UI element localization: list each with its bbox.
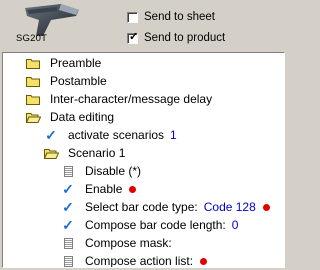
- send-to-sheet-label: Send to sheet: [144, 11, 215, 23]
- send-to-product-option[interactable]: ✓ Send to product: [127, 30, 225, 46]
- header-panel: SG20T Send to sheet ✓ Send to product: [0, 0, 288, 53]
- tree-item-label: Enable: [85, 182, 123, 196]
- tree-item-label: Compose action list:: [85, 254, 194, 268]
- tree-item-label: Compose mask:: [85, 236, 172, 250]
- send-to-product-label: Send to product: [144, 32, 226, 44]
- tree-item-select-bar-code-type[interactable]: ✓ Select bar code type: Code 128: [60, 198, 270, 216]
- tree-item-label: Compose bar code length:: [85, 218, 226, 232]
- configuration-tree[interactable]: Preamble Postamble Inter-character/messa…: [2, 52, 285, 268]
- tree-item-inter-character-delay[interactable]: Inter-character/message delay: [25, 90, 212, 108]
- checkmark-icon: ✓: [129, 30, 139, 43]
- send-to-product-checkbox[interactable]: ✓: [127, 30, 139, 44]
- tree-item-value: Code 128: [203, 200, 256, 214]
- check-icon: ✓: [62, 199, 74, 215]
- tree-item-postamble[interactable]: Postamble: [25, 72, 107, 90]
- tree-item-label: Disable (*): [85, 164, 142, 178]
- tree-item-scenario-1[interactable]: Scenario 1: [43, 144, 125, 162]
- folder-icon: [25, 56, 41, 70]
- folder-icon: [25, 74, 41, 88]
- tree-item-label: Select bar code type:: [85, 200, 198, 214]
- tree-item-label: Scenario 1: [68, 146, 126, 160]
- send-to-sheet-checkbox[interactable]: [127, 11, 138, 23]
- tree-item-label: Data editing: [50, 110, 115, 124]
- tree-item-disable[interactable]: Disable (*): [60, 162, 141, 180]
- tree-item-activate-scenarios[interactable]: ✓ activate scenarios 1: [43, 126, 177, 144]
- check-icon: ✓: [45, 127, 57, 143]
- tree-item-compose-action-list[interactable]: Compose action list:: [60, 252, 208, 268]
- tree-item-label: Postamble: [50, 74, 107, 88]
- tree-item-value: 1: [170, 128, 177, 142]
- check-icon: ✓: [62, 181, 74, 197]
- scanner-model-label: SG20T: [16, 33, 48, 44]
- open-folder-icon: [43, 146, 59, 160]
- active-indicator-dot: [200, 257, 208, 265]
- tree-item-data-editing[interactable]: Data editing: [25, 108, 114, 126]
- active-indicator-dot: [129, 185, 137, 193]
- send-to-sheet-option[interactable]: Send to sheet: [127, 9, 215, 25]
- tree-item-compose-bar-code-length[interactable]: ✓ Compose bar code length: 0: [60, 216, 238, 234]
- tree-item-value: 0: [231, 218, 239, 232]
- tree-item-compose-mask[interactable]: Compose mask:: [60, 234, 172, 252]
- document-icon: [60, 236, 76, 250]
- document-icon: [60, 164, 76, 178]
- check-icon: ✓: [62, 217, 74, 233]
- document-icon: [60, 254, 76, 267]
- tree-item-label: activate scenarios: [68, 128, 165, 142]
- tree-item-enable[interactable]: ✓ Enable: [60, 180, 137, 198]
- tree-item-preamble[interactable]: Preamble: [25, 54, 101, 72]
- active-indicator-dot: [262, 203, 270, 211]
- tree-item-label: Preamble: [50, 56, 102, 70]
- open-folder-icon: [25, 110, 41, 124]
- folder-icon: [25, 92, 41, 106]
- tree-item-label: Inter-character/message delay: [50, 92, 213, 106]
